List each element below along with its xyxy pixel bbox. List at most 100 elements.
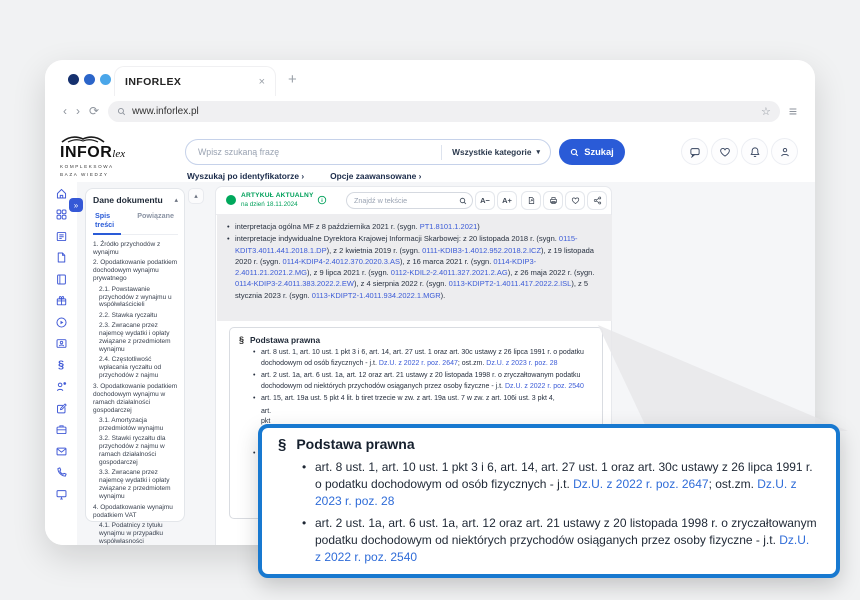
- url-bar[interactable]: www.inforlex.pl ☆: [108, 101, 780, 122]
- export-button[interactable]: [522, 192, 540, 209]
- expert-icon[interactable]: [54, 380, 68, 394]
- search-button-label: Szukaj: [584, 147, 613, 157]
- toc-item[interactable]: 2. Opodatkowanie podatkiem dochodowym wy…: [93, 259, 178, 283]
- toc-item[interactable]: 3.2. Stawki ryczałtu dla przychodów z na…: [93, 435, 178, 467]
- link-search-by-identifier[interactable]: Wyszukaj po identyfikatorze ›: [187, 171, 304, 181]
- find-in-text-input[interactable]: [347, 195, 459, 206]
- home-icon[interactable]: [54, 186, 68, 200]
- text-segment: interpretacja ogólna MF z 8 października…: [235, 222, 420, 231]
- webinar-icon[interactable]: [54, 337, 68, 351]
- favorite-button[interactable]: [566, 192, 584, 209]
- list-item: art. 15, art. 19a ust. 5 pkt 4 lit. b ti…: [253, 394, 592, 405]
- inforlex-logo[interactable]: INFORlex KOMPLEKSOWA BAZA WIEDZY: [60, 133, 180, 178]
- phone-icon[interactable]: [54, 466, 68, 480]
- chat-button[interactable]: [682, 139, 707, 164]
- legal-link[interactable]: Dz.U. z 2023 r. poz. 28: [486, 360, 557, 367]
- video-icon[interactable]: [54, 315, 68, 329]
- browser-tab[interactable]: INFORLEX ×: [115, 67, 275, 96]
- legal-link[interactable]: Dz.U. z 2022 r. poz. 2647: [573, 477, 708, 491]
- text-segment: ), z 2 kwietnia 2019 r. (sygn.: [327, 246, 422, 255]
- info-icon[interactable]: [317, 195, 327, 205]
- tab-powiazane[interactable]: Powiązane: [135, 211, 178, 234]
- window-dot-2[interactable]: [84, 74, 95, 85]
- edit-icon[interactable]: [54, 401, 68, 415]
- panel-collapse-icon[interactable]: ▴: [174, 196, 178, 204]
- search-button[interactable]: Szukaj: [559, 139, 625, 165]
- share-button[interactable]: [588, 192, 606, 209]
- toc-item[interactable]: 3.3. Zwracane przez najemcę wydatki i op…: [93, 469, 178, 501]
- toc-item[interactable]: 2.2. Stawka ryczałtu: [93, 312, 178, 320]
- document-icon[interactable]: [54, 251, 68, 265]
- legal-link[interactable]: 0111-KDIB3-1.4012.952.2018.2.ICZ: [422, 246, 541, 255]
- notifications-button[interactable]: [742, 139, 767, 164]
- toc-item[interactable]: 2.1. Powstawanie przychodów z wynajmu u …: [93, 286, 178, 310]
- account-button[interactable]: [772, 139, 797, 164]
- gift-icon[interactable]: [54, 294, 68, 308]
- new-tab-button[interactable]: +: [288, 72, 297, 87]
- list-item: interpretacja ogólna MF z 8 października…: [227, 221, 600, 232]
- sidebar-collapse-button[interactable]: »: [69, 198, 83, 212]
- legal-basis-title: Podstawa prawna: [250, 335, 320, 345]
- text-segment: interpretacje indywidualne Dyrektora Kra…: [235, 234, 559, 243]
- monitor-icon[interactable]: [54, 487, 68, 501]
- toc-item[interactable]: 3.1. Amortyzacja przedmiotów wynajmu: [93, 417, 178, 433]
- list-item: interpretacje indywidualne Dyrektora Kra…: [227, 233, 600, 301]
- link-advanced-options[interactable]: Opcje zaawansowane ›: [330, 171, 421, 181]
- toc-item[interactable]: 2.3. Zwracane przez najemcę wydatki i op…: [93, 322, 178, 354]
- status-dot: [226, 195, 236, 205]
- category-label: Wszystkie kategorie: [452, 147, 531, 157]
- reload-icon[interactable]: ⟳: [89, 105, 99, 117]
- legal-link[interactable]: Dz.U. z 2022 r. poz. 2647: [379, 360, 458, 367]
- text-segment: ; ost.zm.: [709, 477, 758, 491]
- list-item: art. 2 ust. 1a, art. 6 ust. 1a, art. 12 …: [302, 515, 818, 566]
- legal-link[interactable]: 0113-KDIPT2-1.4011.934.2022.1.MGR: [312, 291, 441, 300]
- category-dropdown[interactable]: Wszystkie kategorie ▾: [442, 147, 550, 157]
- tab-spis-tresci[interactable]: Spis treści: [93, 211, 121, 235]
- heart-icon: [719, 146, 731, 158]
- legal-link[interactable]: Dz.U. z 2022 r. poz. 2540: [505, 383, 584, 390]
- main-search-bar[interactable]: Wszystkie kategorie ▾: [185, 139, 551, 165]
- news-icon[interactable]: [54, 229, 68, 243]
- callout-title: Podstawa prawna: [296, 436, 414, 452]
- chat-icon: [689, 146, 701, 158]
- toc-item[interactable]: 2.4. Częstotliwość wpłacania ryczałtu od…: [93, 356, 178, 380]
- document-toolbar: ARTYKUŁ AKTUALNY na dzień 18.11.2024 A− …: [216, 187, 611, 215]
- toc-item[interactable]: 1. Źródło przychodów z wynajmu: [93, 241, 178, 257]
- back-icon[interactable]: ‹: [63, 105, 67, 117]
- book-icon[interactable]: [54, 272, 68, 286]
- window-dot-1[interactable]: [68, 74, 79, 85]
- legal-link[interactable]: 0113-KDIPT2-1.4011.417.2022.2.ISL: [449, 279, 572, 288]
- text-segment: art. 15, art. 19a ust. 5 pkt 4 lit. b ti…: [261, 395, 555, 402]
- window-dot-3[interactable]: [100, 74, 111, 85]
- print-button[interactable]: [544, 192, 562, 209]
- browser-tab-bar: INFORLEX × +: [45, 60, 815, 96]
- bookmark-star-icon[interactable]: ☆: [761, 105, 771, 118]
- header-icons: [682, 139, 797, 164]
- toc-item[interactable]: 4. Opodatkowanie wynajmu podatkiem VAT: [93, 504, 178, 520]
- legal-link[interactable]: 0114-KDIP4-2.4012.370.2020.3.AS: [283, 257, 400, 266]
- mail-icon[interactable]: [54, 444, 68, 458]
- toc-item[interactable]: 4.1. Podatnicy z tytułu wynajmu w przypa…: [93, 522, 178, 545]
- apps-grid-icon[interactable]: [54, 208, 68, 222]
- search-input[interactable]: [186, 147, 441, 157]
- search-icon: [570, 148, 579, 157]
- tab-close-icon[interactable]: ×: [259, 76, 265, 88]
- favorites-button[interactable]: [712, 139, 737, 164]
- font-decrease-button[interactable]: A−: [476, 192, 494, 209]
- toc-item[interactable]: 3. Opodatkowanie podatkiem dochodowym wy…: [93, 383, 178, 415]
- find-in-text[interactable]: [346, 192, 473, 209]
- briefcase-icon[interactable]: [54, 423, 68, 437]
- legal-link[interactable]: PT1.8101.1.2021: [420, 222, 478, 231]
- text-segment: art. 15, art. 19a ust. 5 pkt 4 lit. b ti…: [315, 572, 805, 578]
- browser-menu-icon[interactable]: ≡: [789, 103, 797, 119]
- scroll-top-button[interactable]: ▴: [189, 189, 203, 203]
- logo-text: INFOR: [60, 144, 112, 161]
- chevron-right-icon: ›: [301, 171, 304, 181]
- legal-link[interactable]: 0112-KDIL2-2.4011.327.2021.2.AG: [391, 268, 508, 277]
- chevron-right-icon: ›: [419, 171, 422, 181]
- legal-link[interactable]: 0114-KDIP3-2.4011.383.2022.2.EW: [235, 279, 354, 288]
- paragraph-icon[interactable]: §: [54, 358, 68, 372]
- font-increase-button[interactable]: A+: [498, 192, 516, 209]
- forward-icon[interactable]: ›: [76, 105, 80, 117]
- document-highlighted-block: interpretacja ogólna MF z 8 października…: [217, 215, 612, 321]
